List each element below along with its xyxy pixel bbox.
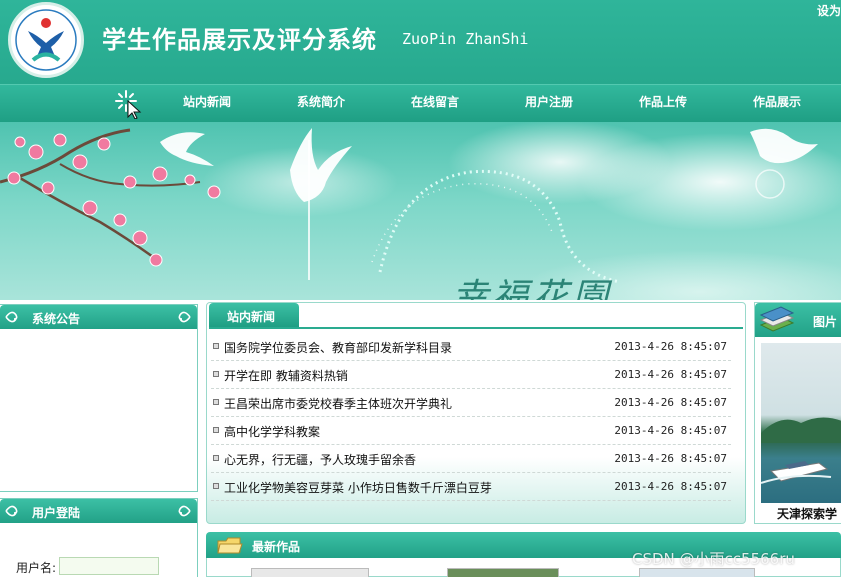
notice-title: 系统公告 — [32, 312, 81, 326]
news-title[interactable]: 高中化学学科教案 — [224, 423, 320, 440]
username-label: 用户名: — [16, 561, 57, 575]
swirl-left-icon — [5, 505, 18, 517]
nav-item-gallery[interactable]: 作品展示 — [753, 93, 801, 110]
bullet-icon — [213, 399, 219, 405]
news-date: 2013-4-26 8:45:07 — [614, 480, 727, 493]
news-tab-divider — [209, 327, 743, 329]
logo-emblem-icon — [15, 9, 77, 71]
banner-light-line — [308, 140, 310, 280]
login-header: 用户登陆 — [0, 499, 197, 523]
work-thumbnail[interactable] — [639, 568, 755, 577]
site-logo[interactable] — [8, 2, 84, 78]
news-title[interactable]: 心无界，行无疆，予人玫瑰手留余香 — [224, 451, 416, 468]
nav-item-news[interactable]: 站内新闻 — [183, 93, 231, 110]
speedboat-image — [761, 417, 841, 484]
username-input[interactable] — [59, 557, 159, 575]
watermark: CSDN @小雨cc5566ru — [632, 550, 795, 568]
swirl-right-icon — [178, 505, 191, 517]
news-item[interactable]: 开学在即 教辅资料热销 2013-4-26 8:45:07 — [211, 361, 731, 389]
swirl-right-icon — [178, 311, 191, 323]
news-item[interactable]: 高中化学学科教案 2013-4-26 8:45:07 — [211, 417, 731, 445]
site-title-en: ZuoPin ZhanShi — [402, 30, 529, 48]
news-title[interactable]: 国务院学位委员会、教育部印发新学科目录 — [224, 339, 452, 356]
bullet-icon — [213, 343, 219, 349]
news-title[interactable]: 开学在即 教辅资料热销 — [224, 367, 348, 384]
news-date: 2013-4-26 8:45:07 — [614, 452, 727, 465]
news-item[interactable]: 工业化学物美容豆芽菜 小作坊日售数千斤漂白豆芽 2013-4-26 8:45:0… — [211, 473, 731, 501]
news-item[interactable]: 心无界，行无疆，予人玫瑰手留余香 2013-4-26 8:45:07 — [211, 445, 731, 473]
books-icon — [759, 306, 795, 332]
bullet-icon — [213, 371, 219, 377]
pictures-title: 图片 — [813, 315, 838, 329]
site-header: 学生作品展示及评分系统 ZuoPin ZhanShi 设为 — [0, 0, 841, 84]
login-title: 用户登陆 — [32, 506, 81, 520]
main-nav: 站内新闻 系统简介 在线留言 用户注册 作品上传 作品展示 — [0, 84, 841, 122]
news-date: 2013-4-26 8:45:07 — [614, 396, 727, 409]
swirl-left-icon — [5, 311, 18, 323]
banner-slogan: 幸福花園 — [452, 277, 613, 300]
nav-item-intro[interactable]: 系统简介 — [297, 93, 345, 110]
work-thumbnail[interactable] — [251, 568, 369, 577]
featured-photo[interactable] — [761, 343, 841, 503]
latest-works-title: 最新作品 — [252, 540, 301, 554]
bullet-icon — [213, 427, 219, 433]
site-title: 学生作品展示及评分系统 — [102, 25, 377, 54]
nav-item-upload[interactable]: 作品上传 — [639, 93, 687, 110]
bullet-icon — [213, 455, 219, 461]
news-item[interactable]: 王昌荣出席市委党校春季主体班次开学典礼 2013-4-26 8:45:07 — [211, 389, 731, 417]
notice-header: 系统公告 — [0, 305, 197, 329]
notice-panel: 系统公告 — [0, 304, 198, 492]
banner-image: 幸福花園 — [0, 122, 841, 300]
folder-icon — [217, 537, 243, 554]
news-tab-label: 站内新闻 — [227, 310, 276, 324]
news-date: 2013-4-26 8:45:07 — [614, 340, 727, 353]
bullet-icon — [213, 483, 219, 489]
news-date: 2013-4-26 8:45:07 — [614, 368, 727, 381]
pictures-header: 图片 — [755, 303, 841, 337]
banner-decoration — [0, 128, 818, 284]
login-panel: 用户登陆 用户名: — [0, 498, 198, 577]
set-homepage-link[interactable]: 设为 — [817, 2, 841, 19]
nav-item-register[interactable]: 用户注册 — [525, 93, 573, 110]
nav-item-guestbook[interactable]: 在线留言 — [411, 93, 459, 110]
news-panel: 站内新闻 国务院学位委员会、教育部印发新学科目录 2013-4-26 8:45:… — [206, 302, 746, 524]
work-thumbnail[interactable] — [447, 568, 559, 577]
pictures-panel: 图片 天津探索学 — [754, 302, 841, 524]
photo-caption[interactable]: 天津探索学 — [777, 505, 837, 522]
tab-news[interactable]: 站内新闻 — [209, 303, 299, 327]
news-date: 2013-4-26 8:45:07 — [614, 424, 727, 437]
news-title[interactable]: 王昌荣出席市委党校春季主体班次开学典礼 — [224, 395, 452, 412]
news-title[interactable]: 工业化学物美容豆芽菜 小作坊日售数千斤漂白豆芽 — [224, 479, 492, 496]
news-item[interactable]: 国务院学位委员会、教育部印发新学科目录 2013-4-26 8:45:07 — [211, 333, 731, 361]
sparkle-cursor-icon — [115, 90, 142, 119]
